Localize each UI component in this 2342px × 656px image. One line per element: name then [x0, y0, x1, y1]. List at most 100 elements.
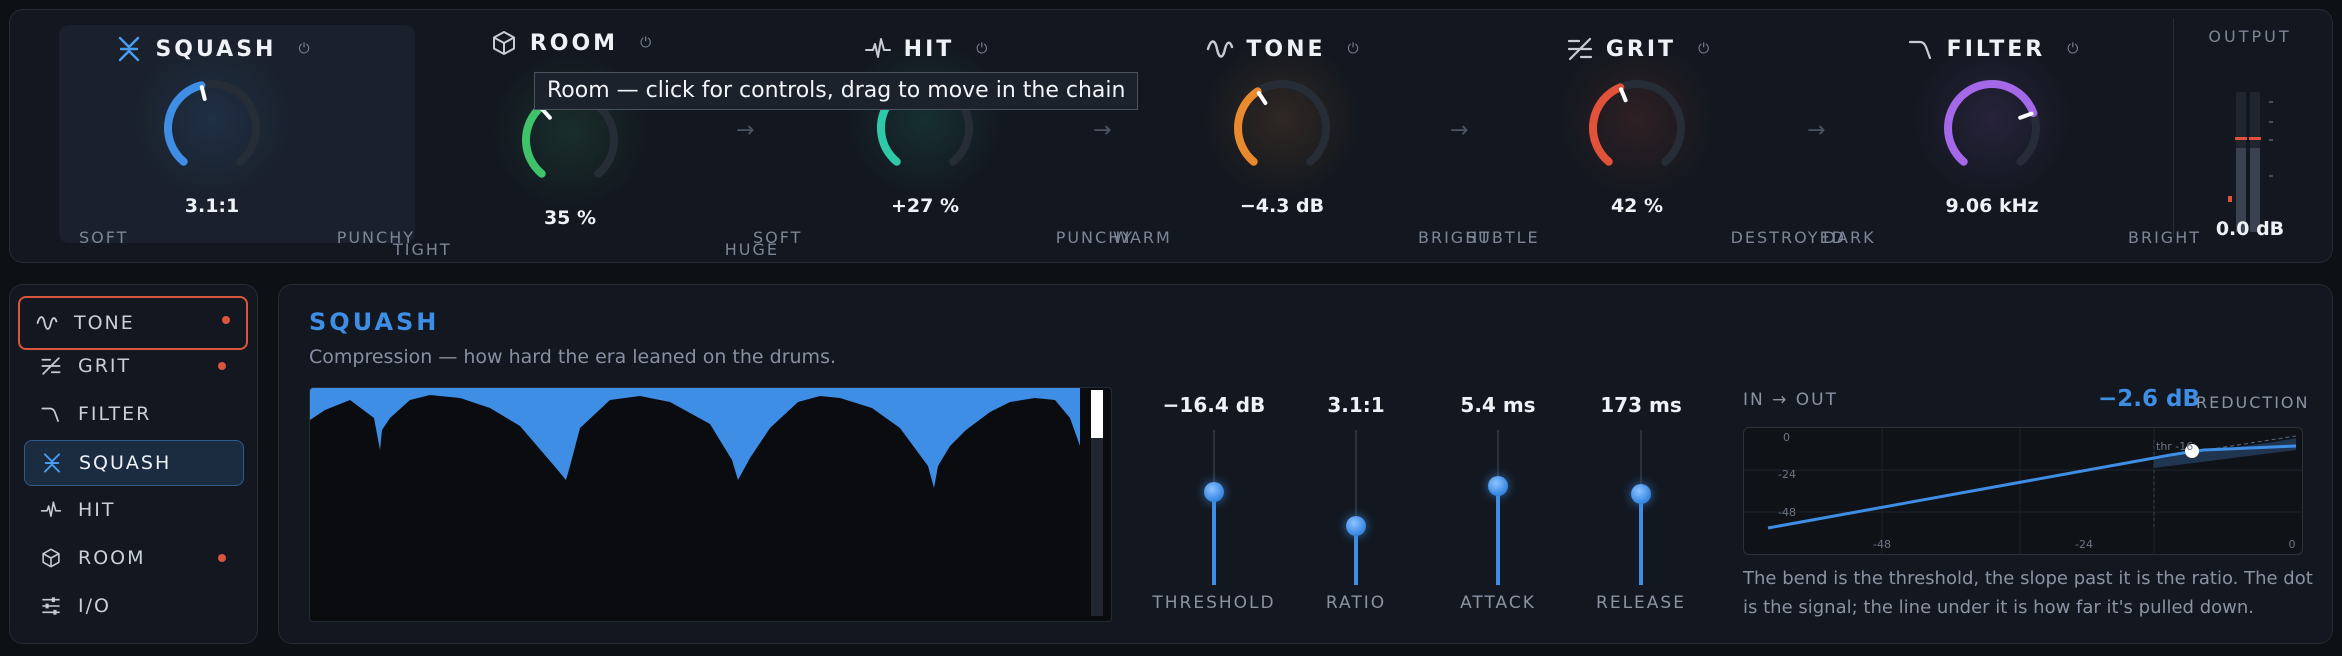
active-dot: [222, 316, 230, 324]
room-icon: [492, 31, 515, 55]
graph-y-tick-0: 0: [1783, 431, 1790, 444]
sidebar-item-grit[interactable]: GRIT: [24, 344, 242, 388]
graph-x-tick-0: -48: [1873, 538, 1891, 551]
module-room[interactable]: ROOM ⏻ 35 % TIGHT HUGE: [393, 9, 777, 261]
filter-icon: [1908, 40, 1931, 60]
filter-icon: [41, 407, 59, 422]
module-grit[interactable]: GRIT ⏻ 42 % SUBTLE DESTROYED: [1460, 9, 1844, 261]
module-name: FILTER: [1946, 36, 2046, 62]
sidebar-item-label: I/O: [78, 595, 111, 617]
sidebar-item-room[interactable]: ROOM: [24, 536, 242, 580]
module-value: 42 %: [1610, 195, 1664, 217]
io-label: IN → OUT: [1743, 390, 1838, 410]
module-name: SQUASH: [155, 36, 277, 62]
module-low-label: SOFT: [79, 228, 129, 247]
output-label: OUTPUT: [2208, 27, 2292, 46]
slider-ratio[interactable]: 3.1:1 RATIO: [1286, 390, 1426, 620]
output-value: 0.0 dB: [2215, 218, 2285, 240]
sidebar-item-io[interactable]: I/O: [24, 584, 242, 628]
sidebar-item-label: GRIT: [78, 355, 132, 377]
transfer-curve-graph: 0 -24 -48 -48 -24 0 thr -16: [1743, 427, 2303, 555]
grit-icon: [41, 357, 61, 375]
slider-label: RATIO: [1325, 593, 1387, 613]
graph-y-tick-1: -24: [1778, 468, 1796, 481]
module-squash[interactable]: SQUASH ⏻ 3.1:1 SOFT PUNCHY: [35, 9, 415, 261]
module-name: ROOM: [529, 30, 619, 56]
sidebar-item-label: ROOM: [78, 547, 146, 569]
reduction-value: −2.6 dB: [2098, 386, 2201, 412]
module-low-label: SUBTLE: [1466, 228, 1540, 247]
module-tone[interactable]: TONE ⏻ −4.3 dB WARM BRIGHT: [1105, 9, 1489, 261]
hit-icon: [864, 38, 891, 58]
slider-thumb[interactable]: [1488, 475, 1508, 496]
slider-threshold[interactable]: −16.4 dB THRESHOLD: [1144, 390, 1284, 620]
module-low-label: SOFT: [753, 228, 803, 247]
module-header: HIT ⏻: [748, 31, 1103, 67]
module-knob[interactable]: [1936, 72, 2048, 184]
module-low-label: TIGHT: [393, 240, 452, 259]
sidebar-item-filter[interactable]: FILTER: [24, 392, 242, 436]
slider-release[interactable]: 173 ms RELEASE: [1571, 390, 1711, 620]
power-icon[interactable]: ⏻: [2067, 41, 2078, 57]
module-knob[interactable]: [1226, 72, 1338, 184]
module-filter[interactable]: FILTER ⏻ 9.06 kHz DARK BRIGHT: [1815, 9, 2199, 261]
slider-thumb[interactable]: [1346, 516, 1366, 537]
squash-icon: [119, 36, 140, 62]
sidebar-item-squash[interactable]: SQUASH: [24, 440, 244, 486]
module-value: 9.06 kHz: [1945, 195, 2039, 217]
slider-label: THRESHOLD: [1152, 593, 1276, 613]
sidebar-item-hit[interactable]: HIT: [24, 488, 242, 532]
room-tooltip: Room — click for controls, drag to move …: [534, 72, 1139, 110]
slider-fill: [1496, 485, 1500, 585]
module-low-label: DARK: [1823, 228, 1876, 247]
slider-value: 173 ms: [1600, 393, 1682, 417]
module-header: SQUASH ⏻: [35, 31, 390, 67]
slider-label: ATTACK: [1460, 593, 1536, 613]
module-header: GRIT ⏻: [1460, 31, 1815, 67]
slider-fill: [1212, 492, 1216, 585]
graph-y-tick-2: -48: [1778, 506, 1796, 519]
slider-attack[interactable]: 5.4 ms ATTACK: [1428, 390, 1568, 620]
power-icon[interactable]: ⏻: [976, 41, 987, 57]
module-low-label: WARM: [1113, 228, 1172, 247]
tone-icon: [36, 316, 58, 330]
slider-value: 5.4 ms: [1460, 393, 1536, 417]
module-knob[interactable]: [1581, 72, 1693, 184]
module-value: 35 %: [543, 207, 597, 229]
output-divider: [2173, 18, 2174, 238]
module-value: 3.1:1: [184, 195, 240, 217]
slider-value: 3.1:1: [1327, 393, 1385, 417]
module-header: ROOM ⏻: [393, 25, 748, 61]
active-dot: [218, 362, 226, 370]
sidebar-item-label: FILTER: [78, 403, 152, 425]
detail-description: Compression — how hard the era leaned on…: [309, 346, 837, 368]
slider-thumb[interactable]: [1204, 482, 1224, 502]
module-name: TONE: [1246, 36, 1326, 62]
graph-footnote: The bend is the threshold, the slope pas…: [1743, 568, 2313, 618]
module-name: HIT: [903, 36, 955, 62]
module-header: TONE ⏻: [1105, 31, 1460, 67]
output-meter[interactable]: OUTPUT 0.0 dB: [2180, 22, 2320, 252]
sidebar-item-label: SQUASH: [79, 452, 172, 474]
module-value: −4.3 dB: [1239, 195, 1325, 217]
graph-x-tick-1: -24: [2075, 538, 2093, 551]
module-name: GRIT: [1605, 36, 1677, 62]
sidebar-item-tone[interactable]: TONE: [18, 296, 248, 350]
room-icon: [42, 548, 60, 568]
power-icon[interactable]: ⏻: [1348, 41, 1359, 57]
module-knob[interactable]: [156, 72, 268, 184]
detail-title: SQUASH: [309, 308, 440, 336]
power-icon[interactable]: ⏻: [298, 41, 309, 57]
grit-icon: [1567, 37, 1592, 61]
reduction-label: REDUCTION: [2196, 393, 2310, 412]
power-icon[interactable]: ⏻: [1698, 41, 1709, 57]
output-level-meter[interactable]: [2180, 52, 2320, 242]
slider-thumb[interactable]: [1631, 483, 1651, 504]
slider-fill: [1639, 493, 1643, 585]
module-header: FILTER ⏻: [1815, 31, 2170, 67]
threshold-label: thr -16: [2156, 440, 2193, 453]
graph-x-tick-2: 0: [2289, 538, 2296, 551]
module-hit[interactable]: HIT ⏻ +27 % SOFT PUNCHY: [748, 9, 1132, 261]
sidebar-item-label: TONE: [74, 312, 135, 334]
power-icon[interactable]: ⏻: [640, 35, 651, 51]
